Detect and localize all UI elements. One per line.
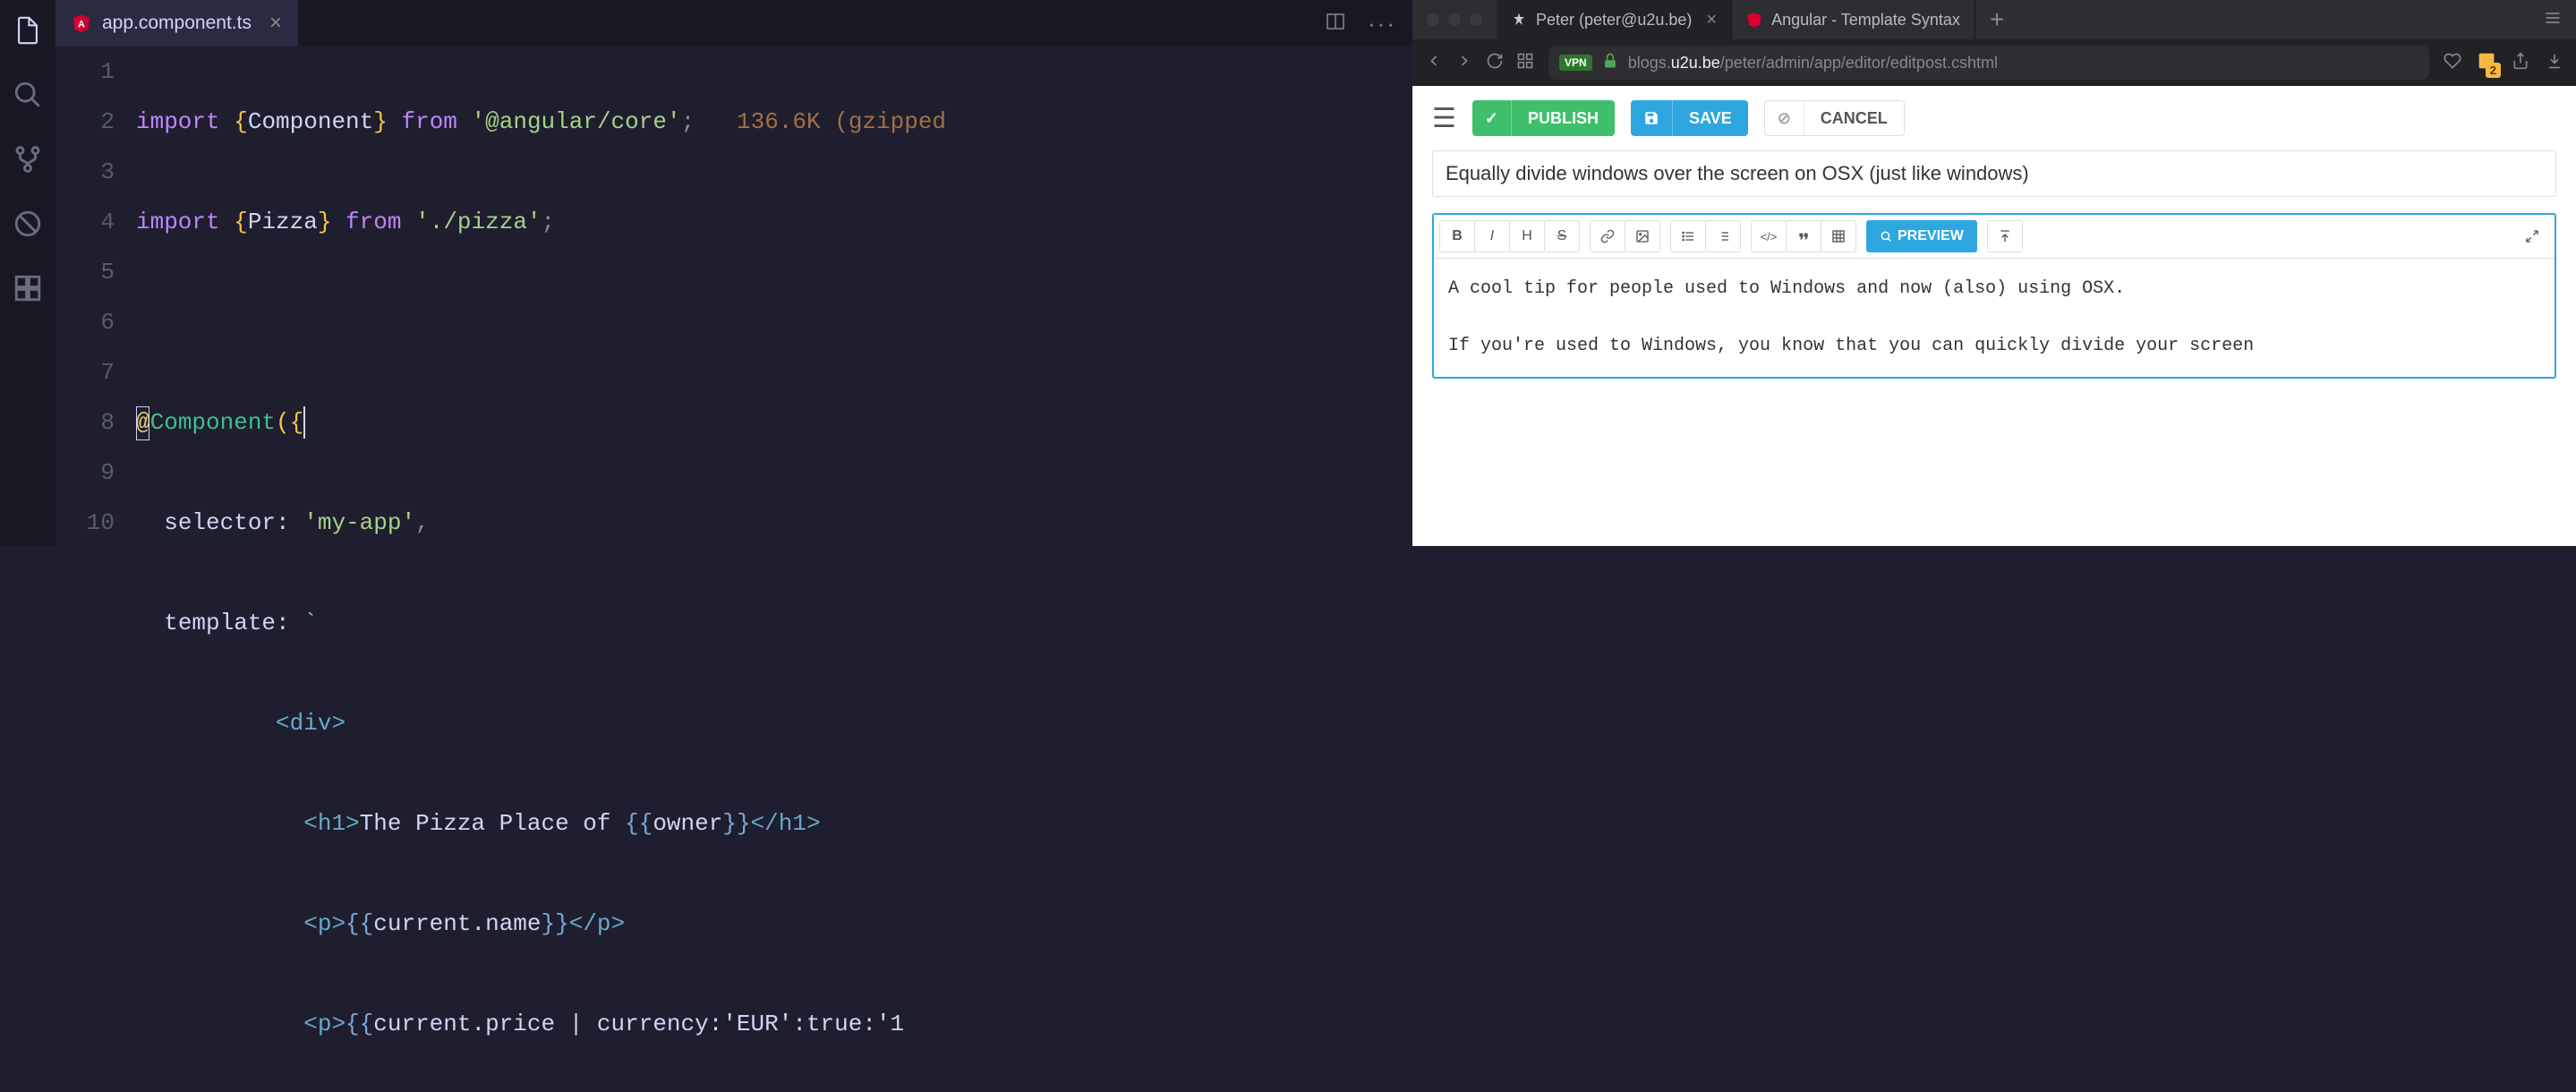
- address-bar[interactable]: VPN blogs.u2u.be/peter/admin/app/editor/…: [1548, 46, 2429, 80]
- extensions-icon[interactable]: [12, 272, 44, 304]
- rte-body[interactable]: A cool tip for people used to Windows an…: [1434, 259, 2555, 377]
- heading-button[interactable]: H: [1509, 220, 1545, 252]
- angular-icon: [1746, 12, 1762, 28]
- image-button[interactable]: [1625, 220, 1660, 252]
- vpn-badge[interactable]: VPN: [1559, 55, 1592, 71]
- action-bar: ☰ ✓ PUBLISH SAVE ⊘ CANCEL: [1412, 86, 2576, 150]
- share-icon[interactable]: [2512, 52, 2529, 74]
- close-icon[interactable]: ×: [269, 11, 282, 36]
- split-editor-icon[interactable]: [1325, 11, 1346, 37]
- search-icon[interactable]: [12, 79, 44, 111]
- browser-tab-bar: Peter (peter@u2u.be) × Angular - Templat…: [1412, 0, 2576, 39]
- source-control-icon[interactable]: [12, 143, 44, 175]
- strike-button[interactable]: S: [1544, 220, 1580, 252]
- page-content: ☰ ✓ PUBLISH SAVE ⊘ CANCEL B I H S: [1412, 86, 2576, 546]
- editor-tab-active[interactable]: A app.component.ts ×: [55, 0, 298, 47]
- explorer-icon[interactable]: [12, 14, 44, 47]
- reload-icon[interactable]: [1486, 52, 1504, 74]
- forward-icon[interactable]: [1455, 52, 1473, 74]
- ol-button[interactable]: [1705, 220, 1741, 252]
- browser-window: Peter (peter@u2u.be) × Angular - Templat…: [1412, 0, 2576, 546]
- expand-button[interactable]: [2514, 220, 2550, 252]
- cancel-button[interactable]: ⊘ CANCEL: [1764, 100, 1905, 136]
- code-button[interactable]: </>: [1751, 220, 1787, 252]
- activity-bar: [0, 0, 55, 546]
- upload-button[interactable]: [1987, 220, 2023, 252]
- more-icon[interactable]: ···: [1368, 10, 1396, 38]
- save-icon: [1631, 100, 1673, 136]
- code-area[interactable]: 1 2 3 4 5 6 7 8 9 10 import {Component} …: [55, 47, 1412, 1092]
- rich-text-editor: B I H S </>: [1432, 213, 2556, 379]
- browser-tab[interactable]: Angular - Template Syntax: [1732, 0, 1975, 39]
- cancel-icon: ⊘: [1765, 101, 1804, 135]
- save-button[interactable]: SAVE: [1631, 100, 1748, 136]
- svg-text:A: A: [78, 20, 85, 30]
- body-line: If you're used to Windows, you know that…: [1448, 332, 2540, 361]
- url-text: blogs.u2u.be/peter/admin/app/editor/edit…: [1628, 54, 1998, 73]
- new-tab-button[interactable]: +: [1975, 5, 2018, 34]
- heart-icon[interactable]: [2444, 52, 2461, 74]
- back-icon[interactable]: [1425, 52, 1443, 74]
- italic-button[interactable]: I: [1474, 220, 1510, 252]
- link-button[interactable]: [1590, 220, 1625, 252]
- bold-button[interactable]: B: [1439, 220, 1475, 252]
- angular-icon: A: [72, 13, 91, 33]
- ul-button[interactable]: [1670, 220, 1706, 252]
- quote-button[interactable]: [1786, 220, 1821, 252]
- table-button[interactable]: [1821, 220, 1856, 252]
- line-gutter: 1 2 3 4 5 6 7 8 9 10: [55, 47, 136, 1092]
- vscode-editor: A app.component.ts × ··· 1 2 3 4 5 6 7: [0, 0, 1412, 546]
- preview-button[interactable]: PREVIEW: [1866, 220, 1977, 252]
- rte-toolbar: B I H S </>: [1434, 215, 2555, 259]
- browser-toolbar: VPN blogs.u2u.be/peter/admin/app/editor/…: [1412, 39, 2576, 86]
- browser-tab-title: Angular - Template Syntax: [1771, 11, 1960, 30]
- publish-button[interactable]: ✓ PUBLISH: [1472, 100, 1615, 136]
- window-controls[interactable]: [1412, 13, 1497, 26]
- debug-icon[interactable]: [12, 208, 44, 240]
- pin-icon: [1511, 12, 1527, 28]
- speed-dial-icon[interactable]: [1516, 52, 1534, 74]
- menu-icon[interactable]: ☰: [1432, 103, 1456, 134]
- tab-menu-icon[interactable]: [2544, 9, 2576, 31]
- bundle-size-annotation: 136.6K (gzipped: [737, 108, 946, 135]
- code-content[interactable]: import {Component} from '@angular/core';…: [136, 47, 1412, 1092]
- lock-icon[interactable]: [1601, 52, 1619, 74]
- tab-actions: ···: [1325, 10, 1412, 38]
- body-line: A cool tip for people used to Windows an…: [1448, 275, 2540, 303]
- close-icon[interactable]: ×: [1706, 10, 1717, 30]
- editor-tab-row: A app.component.ts × ···: [55, 0, 1412, 47]
- browser-tab-title: Peter (peter@u2u.be): [1536, 11, 1692, 30]
- browser-tab-active[interactable]: Peter (peter@u2u.be) ×: [1497, 0, 1732, 39]
- tab-title: app.component.ts: [102, 13, 252, 34]
- blocker-badge[interactable]: 2: [2478, 52, 2495, 74]
- download-icon[interactable]: [2546, 52, 2563, 74]
- post-title-input[interactable]: [1432, 150, 2556, 197]
- check-icon: ✓: [1472, 100, 1512, 136]
- editor-main: A app.component.ts × ··· 1 2 3 4 5 6 7: [55, 0, 1412, 546]
